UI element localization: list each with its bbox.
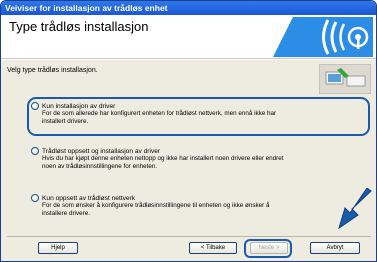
next-button[interactable]: Neste > xyxy=(250,242,288,254)
option-desc-line: installere drivere. xyxy=(42,210,90,217)
page-title: Type trådløs installasjon xyxy=(9,19,149,34)
wireless-logo-icon xyxy=(273,17,373,57)
computer-printer-illustration xyxy=(319,64,371,94)
option-label: Trådløst oppsett og installasjon av driv… xyxy=(42,147,161,155)
option-wireless-setup-only[interactable]: Kun oppsett av trådløst nettverk For de … xyxy=(31,194,351,218)
option-desc-line: Hvis du har kjøpt denne enheten nettopp … xyxy=(42,155,284,162)
radio-driver-only[interactable] xyxy=(31,102,39,110)
option-desc-line: installert drivere. xyxy=(42,118,89,125)
option-driver-only[interactable]: Kun installasjon av driver For de som al… xyxy=(31,102,351,126)
content-area: Velg type trådløs installasjon. Kun inst… xyxy=(1,60,376,261)
back-button[interactable]: < Tilbake xyxy=(189,242,237,254)
option-label: Kun installasjon av driver xyxy=(42,102,116,110)
header: Type trådløs installasjon xyxy=(1,15,376,59)
option-label: Kun oppsett av trådløst nettverk xyxy=(42,194,136,202)
pointer-arrow-icon xyxy=(338,188,372,230)
window-title: Veiviser for installasjon av trådløs enh… xyxy=(1,1,376,15)
radio-wireless-setup-and-driver[interactable] xyxy=(31,147,39,155)
option-desc-line: For de som allerede har konfigurert enhe… xyxy=(42,110,277,117)
radio-wireless-setup-only[interactable] xyxy=(31,194,39,202)
option-wireless-setup-and-driver[interactable]: Trådløst oppsett og installasjon av driv… xyxy=(31,147,351,171)
option-desc-line: For de som ønsker å konfigurere trådløsi… xyxy=(42,202,270,209)
footer-divider xyxy=(7,236,371,237)
installer-window: Veiviser for installasjon av trådløs enh… xyxy=(0,0,377,262)
instruction-text: Velg type trådløs installasjon. xyxy=(7,67,98,74)
help-button[interactable]: Hjelp xyxy=(38,242,78,254)
option-desc-line: noen av trådløsinnstillingene for enhete… xyxy=(42,163,158,170)
cancel-button[interactable]: Avbryt xyxy=(310,242,360,254)
